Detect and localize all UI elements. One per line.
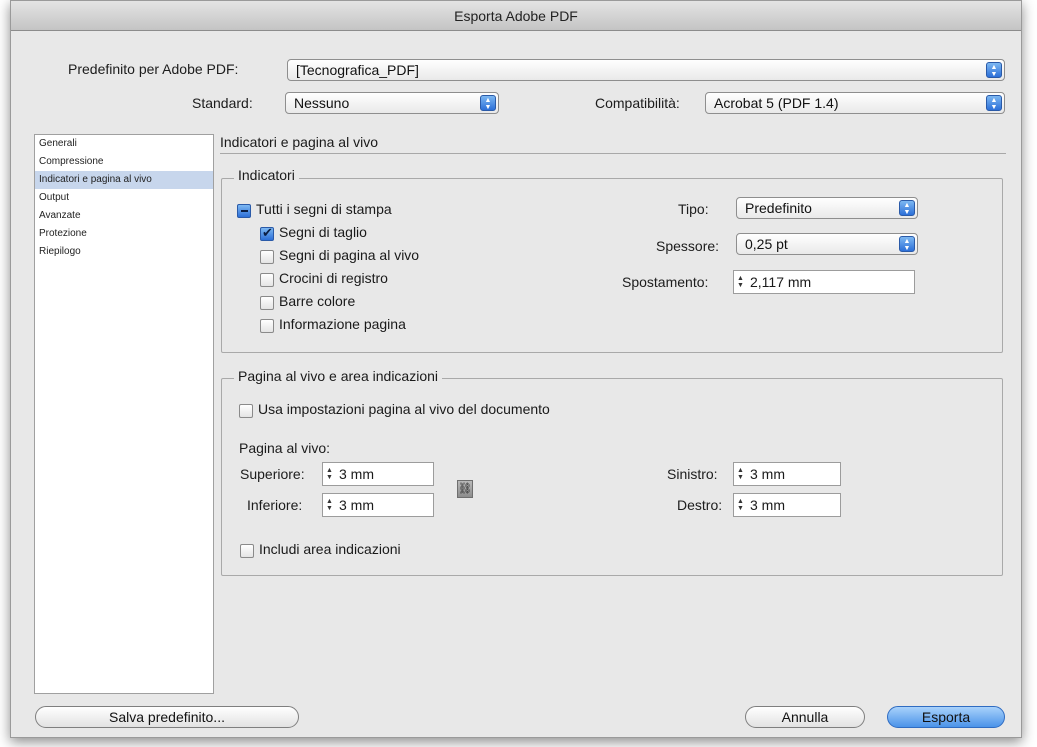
all-marks-checkbox[interactable] [237,204,251,218]
save-preset-button[interactable]: Salva predefinito... [35,706,299,728]
bleed-marks-checkbox[interactable] [260,250,274,264]
stepper-icon[interactable]: ▲ ▼ [737,467,746,481]
bleed-group-title: Pagina al vivo e area indicazioni [234,368,443,384]
right-bleed-label: Destro: [677,497,723,513]
top-bleed-label: Superiore: [240,466,305,482]
page-info-checkbox[interactable] [260,319,274,333]
stepper-icon[interactable]: ▲ ▼ [737,275,746,289]
sidebar-item-riepilogo[interactable]: Riepilogo [35,243,213,261]
crop-marks-label: Segni di taglio [279,224,367,240]
include-slug-label: Includi area indicazioni [259,541,401,557]
offset-field[interactable]: ▲ ▼ 2,117 mm [733,270,915,294]
left-bleed-field[interactable]: ▲ ▼ 3 mm [733,462,841,486]
crop-marks-checkbox[interactable] [260,225,274,241]
top-bleed-value: 3 mm [339,466,374,482]
type-value: Predefinito [745,200,812,216]
bleed-label: Pagina al vivo: [239,440,331,456]
bottom-bleed-field[interactable]: ▲ ▼ 3 mm [322,493,434,517]
export-button[interactable]: Esporta [887,706,1005,728]
sidebar-item-indicatori[interactable]: Indicatori e pagina al vivo [35,171,213,189]
color-bars-label: Barre colore [279,293,356,309]
sidebar-item-compressione[interactable]: Compressione [35,153,213,171]
weight-select[interactable]: 0,25 pt ▲ ▼ [736,233,918,255]
top-bleed-field[interactable]: ▲ ▼ 3 mm [322,462,434,486]
title-divider [220,153,1006,154]
left-bleed-label: Sinistro: [667,466,718,482]
sidebar-item-avanzate[interactable]: Avanzate [35,207,213,225]
standard-value: Nessuno [294,95,350,111]
bleed-marks-label: Segni di pagina al vivo [279,247,420,263]
registration-marks-label: Crocini di registro [279,270,388,286]
all-marks-label: Tutti i segni di stampa [256,201,392,217]
include-slug-checkbox[interactable] [240,544,254,558]
stepper-icon[interactable]: ▲ ▼ [326,498,335,512]
weight-value: 0,25 pt [745,236,788,252]
registration-marks-checkbox[interactable] [260,273,274,287]
stepper-icon[interactable]: ▲ ▼ [326,467,335,481]
compatibility-value: Acrobat 5 (PDF 1.4) [714,95,839,111]
sidebar-item-protezione[interactable]: Protezione [35,225,213,243]
popup-arrows-icon: ▲ ▼ [899,236,915,252]
left-bleed-value: 3 mm [750,466,785,482]
compatibility-label: Compatibilità: [595,95,680,111]
popup-arrows-icon: ▲ ▼ [480,95,496,111]
link-chain-icon[interactable]: ⛓ [457,480,473,498]
sidebar-item-generali[interactable]: Generali [35,135,213,153]
weight-label: Spessore: [656,238,720,254]
category-list: Generali Compressione Indicatori e pagin… [34,134,214,694]
preset-label: Predefinito per Adobe PDF: [68,61,239,77]
offset-value: 2,117 mm [750,274,812,290]
bottom-bleed-label: Inferiore: [247,497,303,513]
offset-label: Spostamento: [622,274,709,290]
popup-arrows-icon: ▲ ▼ [986,62,1002,78]
preset-select[interactable]: [Tecnografica_PDF] ▲ ▼ [287,59,1005,81]
type-select[interactable]: Predefinito ▲ ▼ [736,197,918,219]
marks-group-title: Indicatori [234,167,299,183]
right-bleed-value: 3 mm [750,497,785,513]
right-bleed-field[interactable]: ▲ ▼ 3 mm [733,493,841,517]
popup-arrows-icon: ▲ ▼ [899,200,915,216]
standard-label: Standard: [192,95,253,111]
window-title: Esporta Adobe PDF [11,1,1021,31]
export-pdf-dialog: Esporta Adobe PDF Predefinito per Adobe … [10,0,1022,738]
panel-title: Indicatori e pagina al vivo [220,134,378,150]
popup-arrows-icon: ▲ ▼ [986,95,1002,111]
standard-select[interactable]: Nessuno ▲ ▼ [285,92,499,114]
sidebar-item-output[interactable]: Output [35,189,213,207]
use-document-bleed-checkbox[interactable] [239,404,253,418]
bottom-bleed-value: 3 mm [339,497,374,513]
compatibility-select[interactable]: Acrobat 5 (PDF 1.4) ▲ ▼ [705,92,1005,114]
cancel-button[interactable]: Annulla [745,706,865,728]
use-document-bleed-label: Usa impostazioni pagina al vivo del docu… [258,401,550,417]
color-bars-checkbox[interactable] [260,296,274,310]
stepper-icon[interactable]: ▲ ▼ [737,498,746,512]
page-info-label: Informazione pagina [279,316,406,332]
type-label: Tipo: [678,201,709,217]
preset-value: [Tecnografica_PDF] [296,62,419,78]
